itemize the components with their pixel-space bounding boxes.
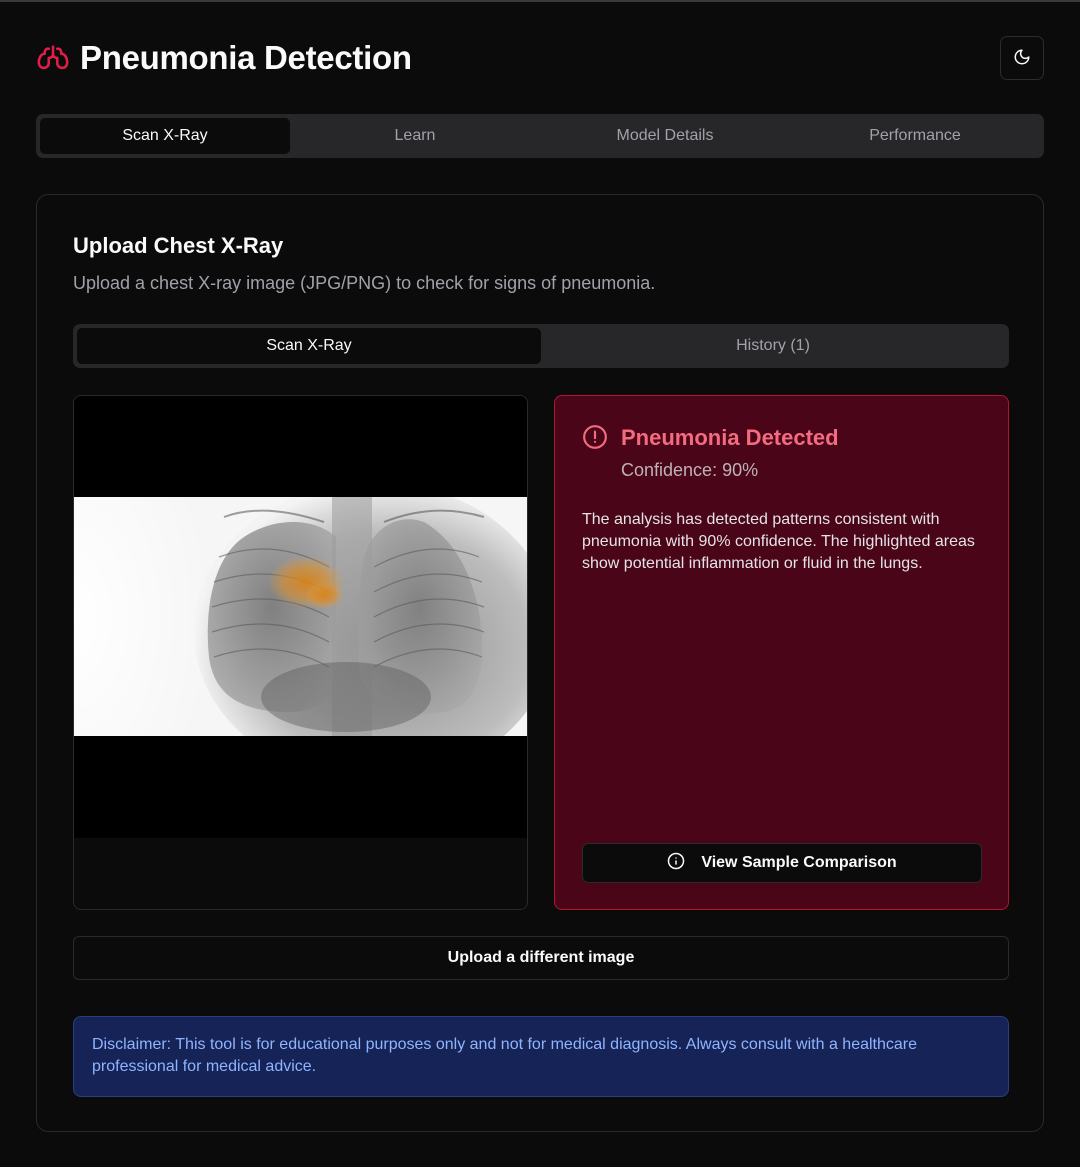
lungs-icon [36,41,70,75]
disclaimer-banner: Disclaimer: This tool is for educational… [73,1016,1009,1097]
moon-icon [1013,48,1031,69]
view-sample-comparison-label: View Sample Comparison [701,854,897,871]
tab-scan-x-ray[interactable]: Scan X-Ray [40,118,290,154]
result-title: Pneumonia Detected [621,425,839,450]
theme-toggle-button[interactable] [1000,36,1044,80]
main-tabs: Scan X-Ray Learn Model Details Performan… [36,114,1044,158]
xray-preview-panel [73,395,528,910]
result-description: The analysis has detected patterns consi… [582,511,975,572]
result-panel: Pneumonia Detected Confidence: 90% The a… [554,395,1009,910]
view-sample-comparison-button[interactable]: View Sample Comparison [582,843,982,883]
subtab-history[interactable]: History (1) [541,328,1005,364]
tab-performance[interactable]: Performance [790,118,1040,154]
card-title: Upload Chest X-Ray [73,233,284,258]
upload-card: Upload Chest X-Ray Upload a chest X-ray … [36,194,1044,1132]
xray-frame [74,396,527,838]
result-confidence: Confidence: 90% [621,460,759,480]
info-icon [667,852,685,875]
alert-circle-icon [582,424,608,450]
app-header: Pneumonia Detection [36,36,1044,80]
xray-image [74,497,527,736]
scan-sub-tabs: Scan X-Ray History (1) [73,324,1009,368]
app-title: Pneumonia Detection [80,39,412,76]
card-description: Upload a chest X-ray image (JPG/PNG) to … [73,273,656,293]
window-top-border [0,0,1080,2]
brand: Pneumonia Detection [36,39,412,77]
tab-learn[interactable]: Learn [290,118,540,154]
subtab-scan-x-ray[interactable]: Scan X-Ray [77,328,541,364]
tab-model-details[interactable]: Model Details [540,118,790,154]
upload-different-image-button[interactable]: Upload a different image [73,936,1009,980]
